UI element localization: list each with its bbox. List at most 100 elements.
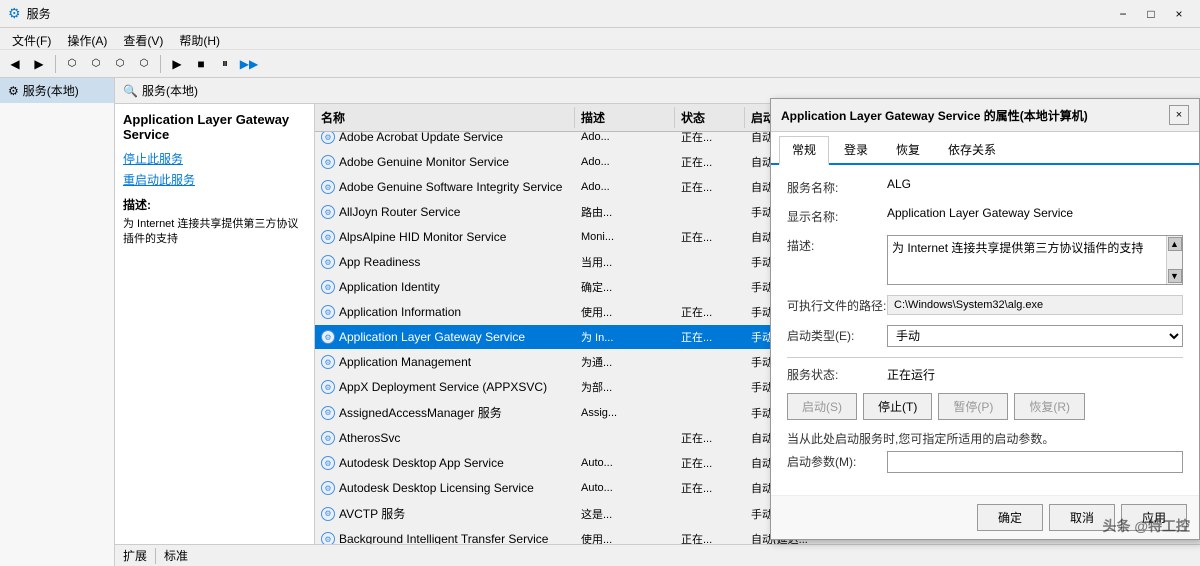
menu-file[interactable]: 文件(F) xyxy=(4,30,59,47)
toolbar-pause[interactable]: ⏸ xyxy=(214,53,236,75)
service-status-cell: 正在... xyxy=(675,152,745,172)
menu-view[interactable]: 查看(V) xyxy=(115,30,171,47)
service-desc-cell: Moni... xyxy=(575,227,675,247)
param-info: 当从此处启动服务时,您可指定所适用的启动参数。 xyxy=(787,430,1183,447)
apply-button[interactable]: 应用 xyxy=(1121,504,1187,531)
pause-button[interactable]: 暂停(P) xyxy=(938,393,1008,420)
toolbar-restart[interactable]: ▶▶ xyxy=(238,53,260,75)
tab-general[interactable]: 常规 xyxy=(779,136,829,165)
service-name-cell: ⚙Adobe Genuine Software Integrity Servic… xyxy=(315,177,575,197)
toolbar-btn-2[interactable]: ⬡ xyxy=(85,53,107,75)
service-icon: ⚙ xyxy=(321,132,335,144)
service-desc-cell: 路由... xyxy=(575,202,675,222)
service-icon: ⚙ xyxy=(321,255,335,269)
service-status-cell xyxy=(675,202,745,222)
status-row: 服务状态: 正在运行 xyxy=(787,366,1183,383)
service-status-cell: 正在... xyxy=(675,453,745,473)
title-bar: ⚙ 服务 − □ × xyxy=(0,0,1200,28)
desc-label: 描述: xyxy=(123,196,306,213)
service-status-cell xyxy=(675,352,745,372)
close-button[interactable]: × xyxy=(1166,4,1192,24)
service-name-cell: ⚙Application Information xyxy=(315,302,575,322)
resume-button[interactable]: 恢复(R) xyxy=(1014,393,1085,420)
services-header-text: 服务(本地) xyxy=(142,82,198,99)
service-name-cell: ⚙Application Management xyxy=(315,352,575,372)
col-name[interactable]: 名称 xyxy=(315,107,575,128)
desc-scrollbar[interactable]: ▲ ▼ xyxy=(1166,236,1182,284)
col-desc[interactable]: 描述 xyxy=(575,107,675,128)
stop-service-link[interactable]: 停止此服务 xyxy=(123,152,183,166)
standard-label[interactable]: 标准 xyxy=(164,547,188,564)
menu-action[interactable]: 操作(A) xyxy=(59,30,115,47)
service-icon: ⚙ xyxy=(321,330,335,344)
service-desc-cell: Ado... xyxy=(575,177,675,197)
toolbar-stop[interactable]: ■ xyxy=(190,53,212,75)
cancel-button[interactable]: 取消 xyxy=(1049,504,1115,531)
expand-label[interactable]: 扩展 xyxy=(123,547,147,564)
param-label: 启动参数(M): xyxy=(787,451,887,470)
service-name-cell: ⚙AllJoyn Router Service xyxy=(315,202,575,222)
maximize-button[interactable]: □ xyxy=(1138,4,1164,24)
service-icon: ⚙ xyxy=(321,180,335,194)
window-title: 服务 xyxy=(27,5,1110,22)
menu-help[interactable]: 帮助(H) xyxy=(171,30,228,47)
param-input[interactable] xyxy=(887,451,1183,473)
service-desc-cell: Ado... xyxy=(575,152,675,172)
dialog-divider xyxy=(787,357,1183,358)
startup-row: 启动类型(E): 手动 自动 自动(延迟启动) 禁用 xyxy=(787,325,1183,347)
tab-login[interactable]: 登录 xyxy=(831,136,881,163)
service-status-cell: 正在... xyxy=(675,428,745,448)
stop-button[interactable]: 停止(T) xyxy=(863,393,932,420)
dialog-content: 服务名称: ALG 显示名称: Application Layer Gatewa… xyxy=(771,165,1199,495)
service-desc-cell: Auto... xyxy=(575,453,675,473)
toolbar-btn-4[interactable]: ⬡ xyxy=(133,53,155,75)
startup-select[interactable]: 手动 自动 自动(延迟启动) 禁用 xyxy=(887,325,1183,347)
path-value: C:\Windows\System32\alg.exe xyxy=(887,295,1183,315)
service-icon: ⚙ xyxy=(321,431,335,445)
services-header-icon: 🔍 xyxy=(123,84,138,98)
service-desc-cell: 使用... xyxy=(575,529,675,544)
service-name-label: 服务名称: xyxy=(787,177,887,196)
display-name-label: 显示名称: xyxy=(787,206,887,225)
selected-service-title: Application Layer Gateway Service xyxy=(123,112,306,142)
service-desc-cell: 为通... xyxy=(575,352,675,372)
status-bar: 扩展 标准 xyxy=(115,544,1200,566)
col-status[interactable]: 状态 xyxy=(675,107,745,128)
toolbar-btn-1[interactable]: ⬡ xyxy=(61,53,83,75)
service-desc-cell: 使用... xyxy=(575,302,675,322)
toolbar-back[interactable]: ◀ xyxy=(4,53,26,75)
service-name-cell: ⚙Autodesk Desktop App Service xyxy=(315,453,575,473)
path-label: 可执行文件的路径: xyxy=(787,295,887,314)
left-panel: ⚙ 服务(本地) xyxy=(0,78,115,566)
status-sep xyxy=(155,548,156,564)
start-button[interactable]: 启动(S) xyxy=(787,393,857,420)
toolbar-play[interactable]: ▶ xyxy=(166,53,188,75)
service-icon: ⚙ xyxy=(321,406,335,420)
toolbar-forward[interactable]: ▶ xyxy=(28,53,50,75)
service-status-cell xyxy=(675,377,745,397)
action-buttons: 启动(S) 停止(T) 暂停(P) 恢复(R) xyxy=(787,393,1183,420)
service-status-cell xyxy=(675,503,745,524)
tab-recovery[interactable]: 恢复 xyxy=(883,136,933,163)
service-info-panel: Application Layer Gateway Service 停止此服务 … xyxy=(115,104,315,544)
service-name-cell: ⚙Adobe Genuine Monitor Service xyxy=(315,152,575,172)
service-icon: ⚙ xyxy=(321,305,335,319)
ok-button[interactable]: 确定 xyxy=(977,504,1043,531)
desc-field-label: 描述: xyxy=(787,235,887,254)
dialog-close-button[interactable]: × xyxy=(1169,105,1189,125)
restart-service-link[interactable]: 重启动此服务 xyxy=(123,173,195,187)
service-status-cell: 正在... xyxy=(675,177,745,197)
service-status-cell xyxy=(675,277,745,297)
service-name-row: 服务名称: ALG xyxy=(787,177,1183,196)
toolbar: ◀ ▶ ⬡ ⬡ ⬡ ⬡ ▶ ■ ⏸ ▶▶ xyxy=(0,50,1200,78)
toolbar-btn-3[interactable]: ⬡ xyxy=(109,53,131,75)
tab-dependencies[interactable]: 依存关系 xyxy=(935,136,1009,163)
dialog-title: Application Layer Gateway Service 的属性(本地… xyxy=(781,107,1088,124)
minimize-button[interactable]: − xyxy=(1110,4,1136,24)
nav-services-local[interactable]: ⚙ 服务(本地) xyxy=(0,78,114,103)
service-name-cell: ⚙Application Layer Gateway Service xyxy=(315,327,575,347)
service-status-cell: 正在... xyxy=(675,302,745,322)
toolbar-sep-2 xyxy=(160,55,161,73)
service-name-cell: ⚙Adobe Acrobat Update Service xyxy=(315,132,575,147)
service-status-cell xyxy=(675,402,745,423)
